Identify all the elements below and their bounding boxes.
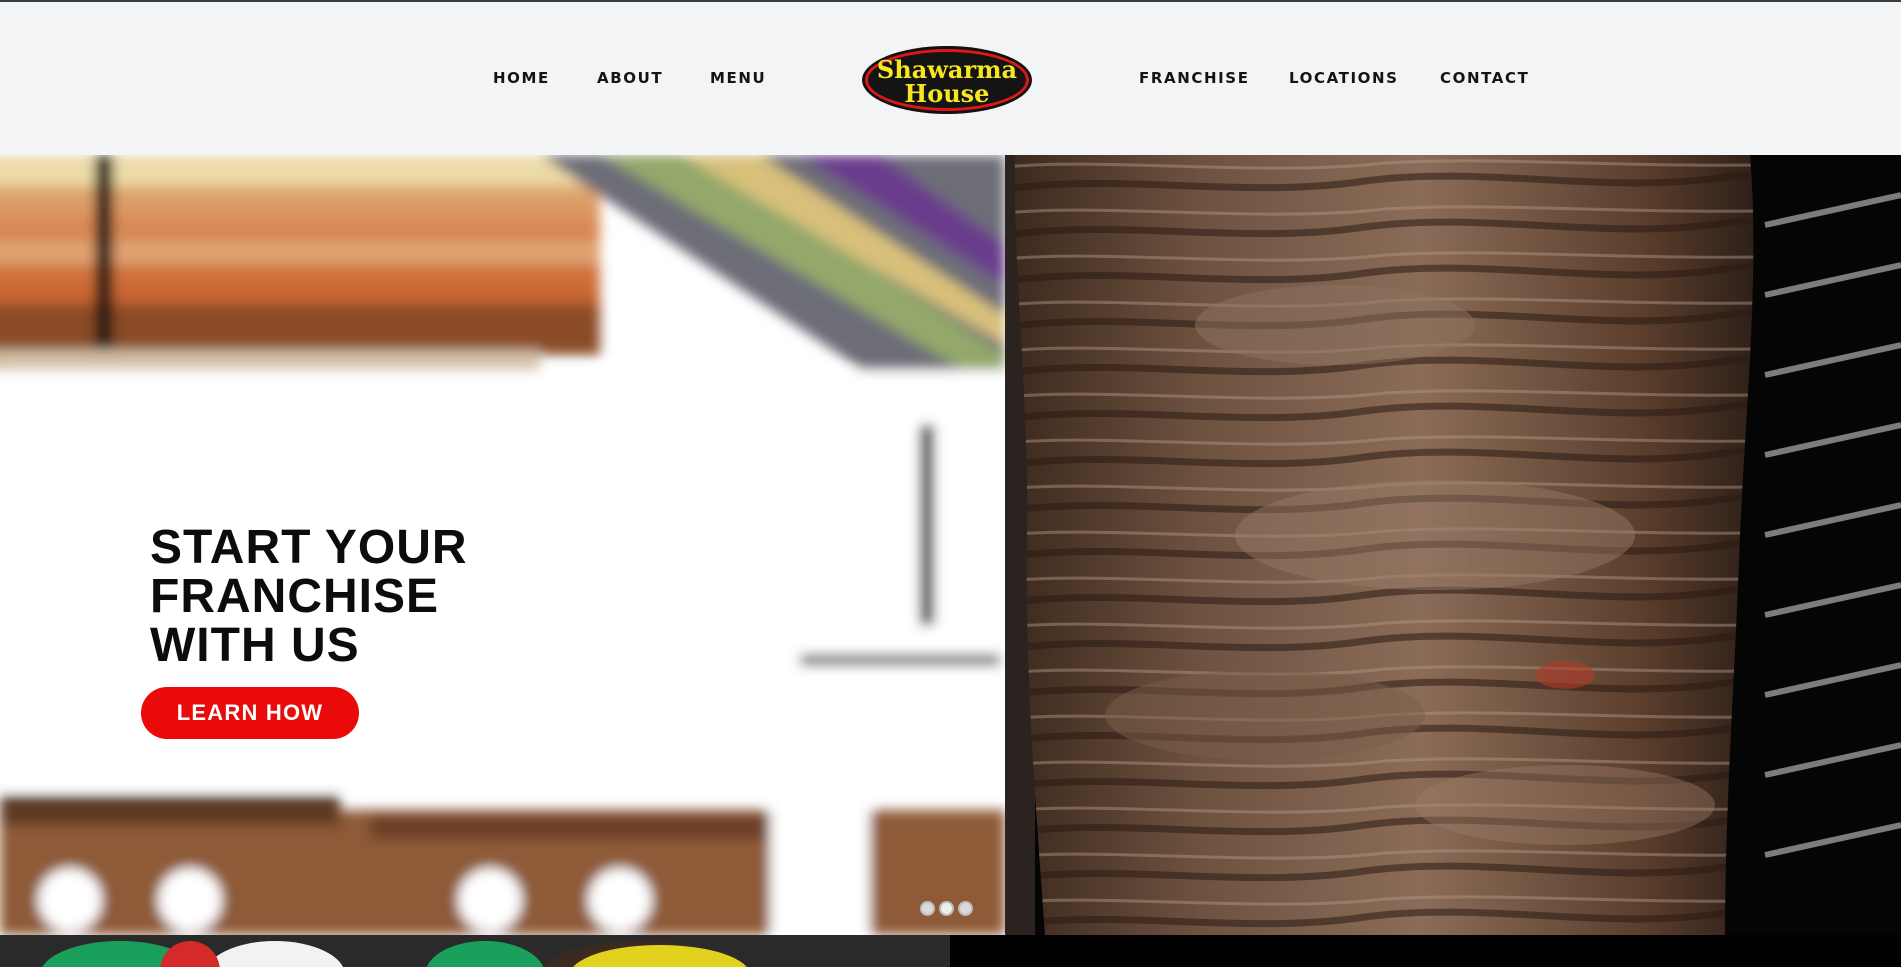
- hero-slider: START YOUR FRANCHISE WITH US LEARN HOW: [0, 155, 1901, 935]
- hero-title-line: START YOUR: [150, 521, 468, 574]
- next-section-preview: [0, 935, 1901, 967]
- carousel-dot-3[interactable]: [958, 901, 973, 916]
- nav-contact[interactable]: CONTACT: [1440, 69, 1529, 87]
- nav-home[interactable]: HOME: [493, 69, 550, 87]
- carousel-dot-1[interactable]: [920, 901, 935, 916]
- nav-franchise[interactable]: FRANCHISE: [1139, 69, 1250, 87]
- nav-locations[interactable]: LOCATIONS: [1289, 69, 1399, 87]
- nav-menu[interactable]: MENU: [710, 69, 766, 87]
- hero-title: START YOUR FRANCHISE WITH US: [150, 523, 468, 670]
- nav-about[interactable]: ABOUT: [597, 69, 663, 87]
- hero-title-line: WITH US: [150, 619, 360, 672]
- learn-how-button[interactable]: LEARN HOW: [141, 687, 359, 739]
- logo-text-line2: House: [905, 79, 990, 108]
- hero-title-line: FRANCHISE: [150, 570, 440, 623]
- next-section-image: [0, 935, 1901, 967]
- site-header: HOME ABOUT MENU Shawarma House FRANCHISE…: [0, 2, 1901, 155]
- logo-graphic: Shawarma House: [862, 46, 1032, 114]
- shawarma-spit-image: [1005, 155, 1901, 935]
- carousel-dot-2[interactable]: [939, 901, 954, 916]
- carousel-dots: [920, 901, 973, 916]
- shawarma-house-logo[interactable]: Shawarma House: [860, 44, 1034, 116]
